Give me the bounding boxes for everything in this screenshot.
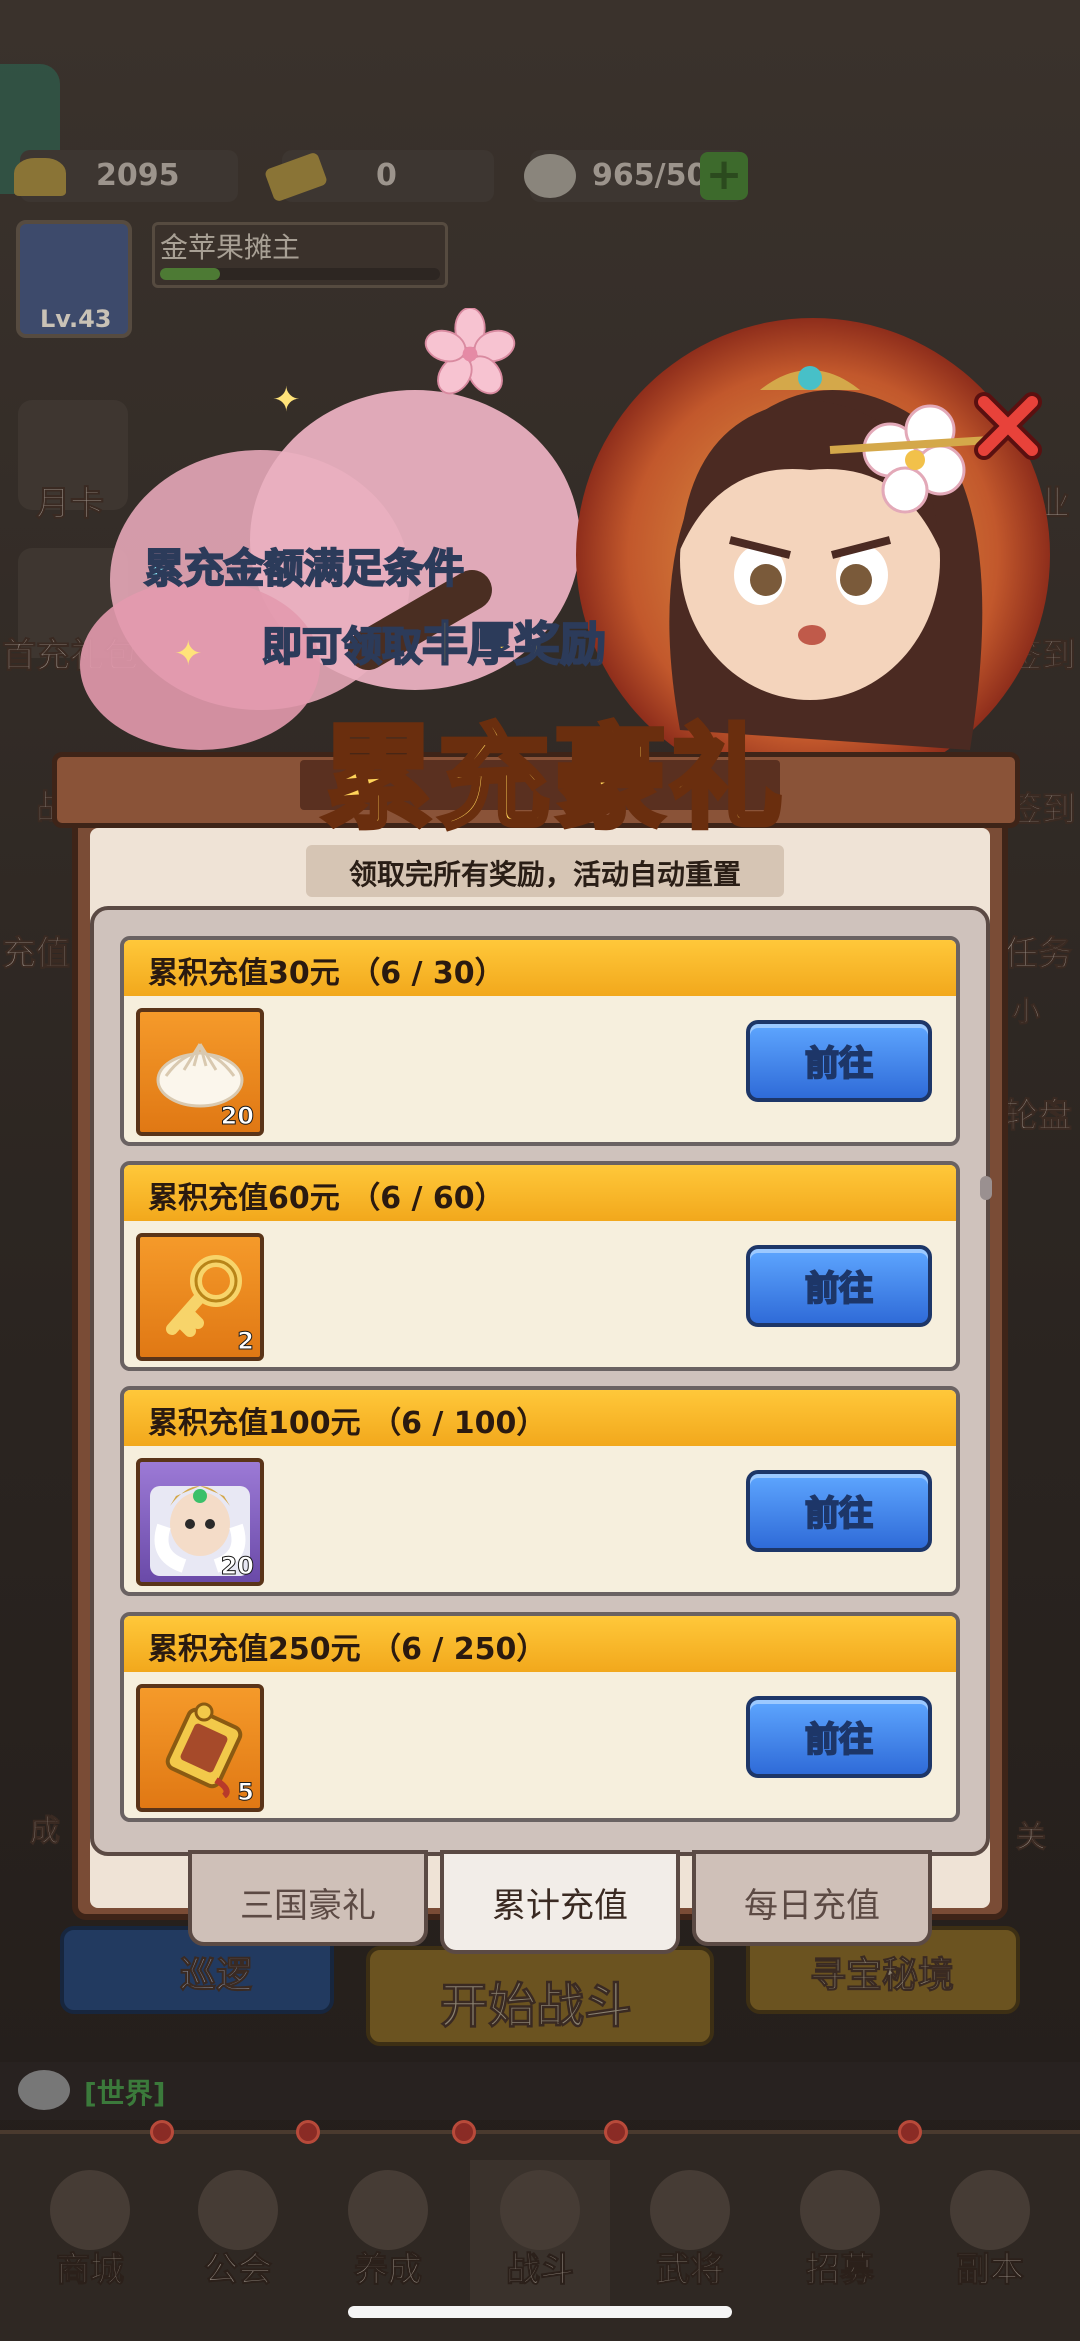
go-button[interactable]: 前往 <box>746 1696 932 1778</box>
nav-badge-dot <box>150 2120 174 2144</box>
player-name: 金苹果摊主 <box>160 231 301 264</box>
nav-label-generals: 武将 <box>656 2250 725 2291</box>
reward-card: 累积充值250元 （6 / 250） 5 前往 <box>120 1612 960 1822</box>
banner-line-2-highlight: 丰厚奖励 <box>421 616 607 672</box>
side-label-right-5: 轮盘 <box>1004 1096 1073 1137</box>
nav-badge-dot <box>604 2120 628 2144</box>
reward-card: 累积充值100元 （6 / 100） 20 前往 <box>120 1386 960 1596</box>
reward-title: 累积充值60元 （6 / 60） <box>148 1181 505 1216</box>
chat-icon[interactable] <box>18 2070 70 2110</box>
go-button[interactable]: 前往 <box>746 1245 932 1327</box>
scrollbar-thumb[interactable] <box>980 1176 992 1200</box>
tab-daily-recharge[interactable]: 每日充值 <box>692 1850 932 1946</box>
guild-icon <box>198 2170 278 2250</box>
reward-count: 5 <box>237 1778 255 1807</box>
reward-item[interactable]: 2 <box>136 1233 264 1361</box>
reward-item[interactable]: 20 <box>136 1008 264 1136</box>
go-button-label: 前往 <box>804 1719 874 1761</box>
close-icon[interactable] <box>970 388 1046 464</box>
reward-count: 20 <box>220 1552 254 1581</box>
reward-count: 20 <box>220 1102 254 1131</box>
tab-label: 每日充值 <box>744 1886 880 1926</box>
reward-title: 累积充值250元 （6 / 250） <box>148 1632 547 1667</box>
sparkle-icon: ✦ <box>174 634 203 674</box>
nav-label-recruit: 招募 <box>806 2250 875 2291</box>
side-label-right-3: 任务 <box>1004 934 1073 975</box>
nav-battle[interactable]: 战斗 <box>470 2160 610 2310</box>
side-label-recharge: 充值 <box>2 934 71 975</box>
nav-guild[interactable]: 公会 <box>168 2160 308 2310</box>
treasure-label: 寻宝秘境 <box>809 1955 955 1997</box>
banner-line-1: 累充金额满足条件 <box>143 545 465 593</box>
nav-generals[interactable]: 武将 <box>620 2160 760 2310</box>
reward-count: 2 <box>237 1327 255 1356</box>
sakura-petal-icon <box>424 308 516 395</box>
side-label-left-edge: 成 <box>30 1814 61 1850</box>
reward-card: 累积充值60元 （6 / 60） 2 前往 <box>120 1161 960 1371</box>
banner-title: 累充豪礼 <box>320 711 786 847</box>
shop-icon <box>50 2170 130 2250</box>
nav-label-develop: 养成 <box>354 2250 423 2291</box>
nav-label-shop: 商城 <box>56 2250 125 2291</box>
steamed-bun-icon <box>156 1043 244 1108</box>
recruit-icon <box>800 2170 880 2250</box>
reward-title: 累积充值100元 （6 / 100） <box>148 1406 547 1441</box>
sparkle-icon: ✦ <box>272 380 301 420</box>
home-indicator[interactable] <box>348 2306 732 2318</box>
dungeon-icon <box>950 2170 1030 2250</box>
side-label-monthcard: 月卡 <box>36 484 105 525</box>
go-button-label: 前往 <box>804 1493 874 1535</box>
go-button-label: 前往 <box>804 1268 874 1310</box>
nav-label-dungeon: 副本 <box>956 2250 1025 2291</box>
gold-value: 2095 <box>96 158 180 193</box>
ticket-value: 0 <box>376 158 397 193</box>
nav-recruit[interactable]: 招募 <box>770 2160 910 2310</box>
player-level: Lv.43 <box>40 305 112 333</box>
go-button[interactable]: 前往 <box>746 1470 932 1552</box>
tab-label: 累计充值 <box>492 1886 628 1926</box>
nav-badge-dot <box>898 2120 922 2144</box>
side-label-right-edge: 关 <box>1016 1820 1047 1856</box>
reward-item[interactable]: 20 <box>136 1458 264 1586</box>
nav-badge-dot <box>452 2120 476 2144</box>
stamina-value: 965/50 <box>592 158 708 193</box>
tab-label: 三国豪礼 <box>240 1886 376 1926</box>
bun-icon <box>524 154 576 198</box>
develop-icon <box>348 2170 428 2250</box>
banner-line-2: 即可领取丰厚奖励 <box>261 608 607 674</box>
exp-bar-fill <box>160 268 220 280</box>
chat-channel: [世界] <box>84 2077 166 2110</box>
gold-icon <box>14 158 66 196</box>
nav-badge-dot <box>296 2120 320 2144</box>
go-button-label: 前往 <box>804 1043 874 1085</box>
go-button[interactable]: 前往 <box>746 1020 932 1102</box>
panel-subtitle: 领取完所有奖励，活动自动重置 <box>348 858 741 891</box>
nav-label-guild: 公会 <box>204 2250 273 2291</box>
reward-title: 累积充值30元 （6 / 30） <box>148 956 505 991</box>
tab-cumulative-recharge[interactable]: 累计充值 <box>440 1850 680 1954</box>
patrol-label: 巡逻 <box>179 1955 253 1997</box>
reward-item[interactable]: 5 <box>136 1684 264 1812</box>
banner-line-2-prefix: 即可领取 <box>261 623 423 671</box>
tab-three-kingdoms-gift[interactable]: 三国豪礼 <box>188 1850 428 1946</box>
nav-shop[interactable]: 商城 <box>20 2160 160 2310</box>
start-battle-label: 开始战斗 <box>439 1978 633 2035</box>
nav-develop[interactable]: 养成 <box>318 2160 458 2310</box>
side-label-right-4: 小 <box>1011 995 1041 1029</box>
add-stamina-button[interactable]: + <box>700 152 748 200</box>
reward-card: 累积充值30元 （6 / 30） 20 前往 <box>120 936 960 1146</box>
crossed-swords-icon <box>500 2170 580 2250</box>
helmet-icon <box>650 2170 730 2250</box>
nav-dungeon[interactable]: 副本 <box>920 2160 1060 2310</box>
golden-key-icon <box>166 1255 242 1337</box>
nav-label-battle: 战斗 <box>506 2250 575 2291</box>
